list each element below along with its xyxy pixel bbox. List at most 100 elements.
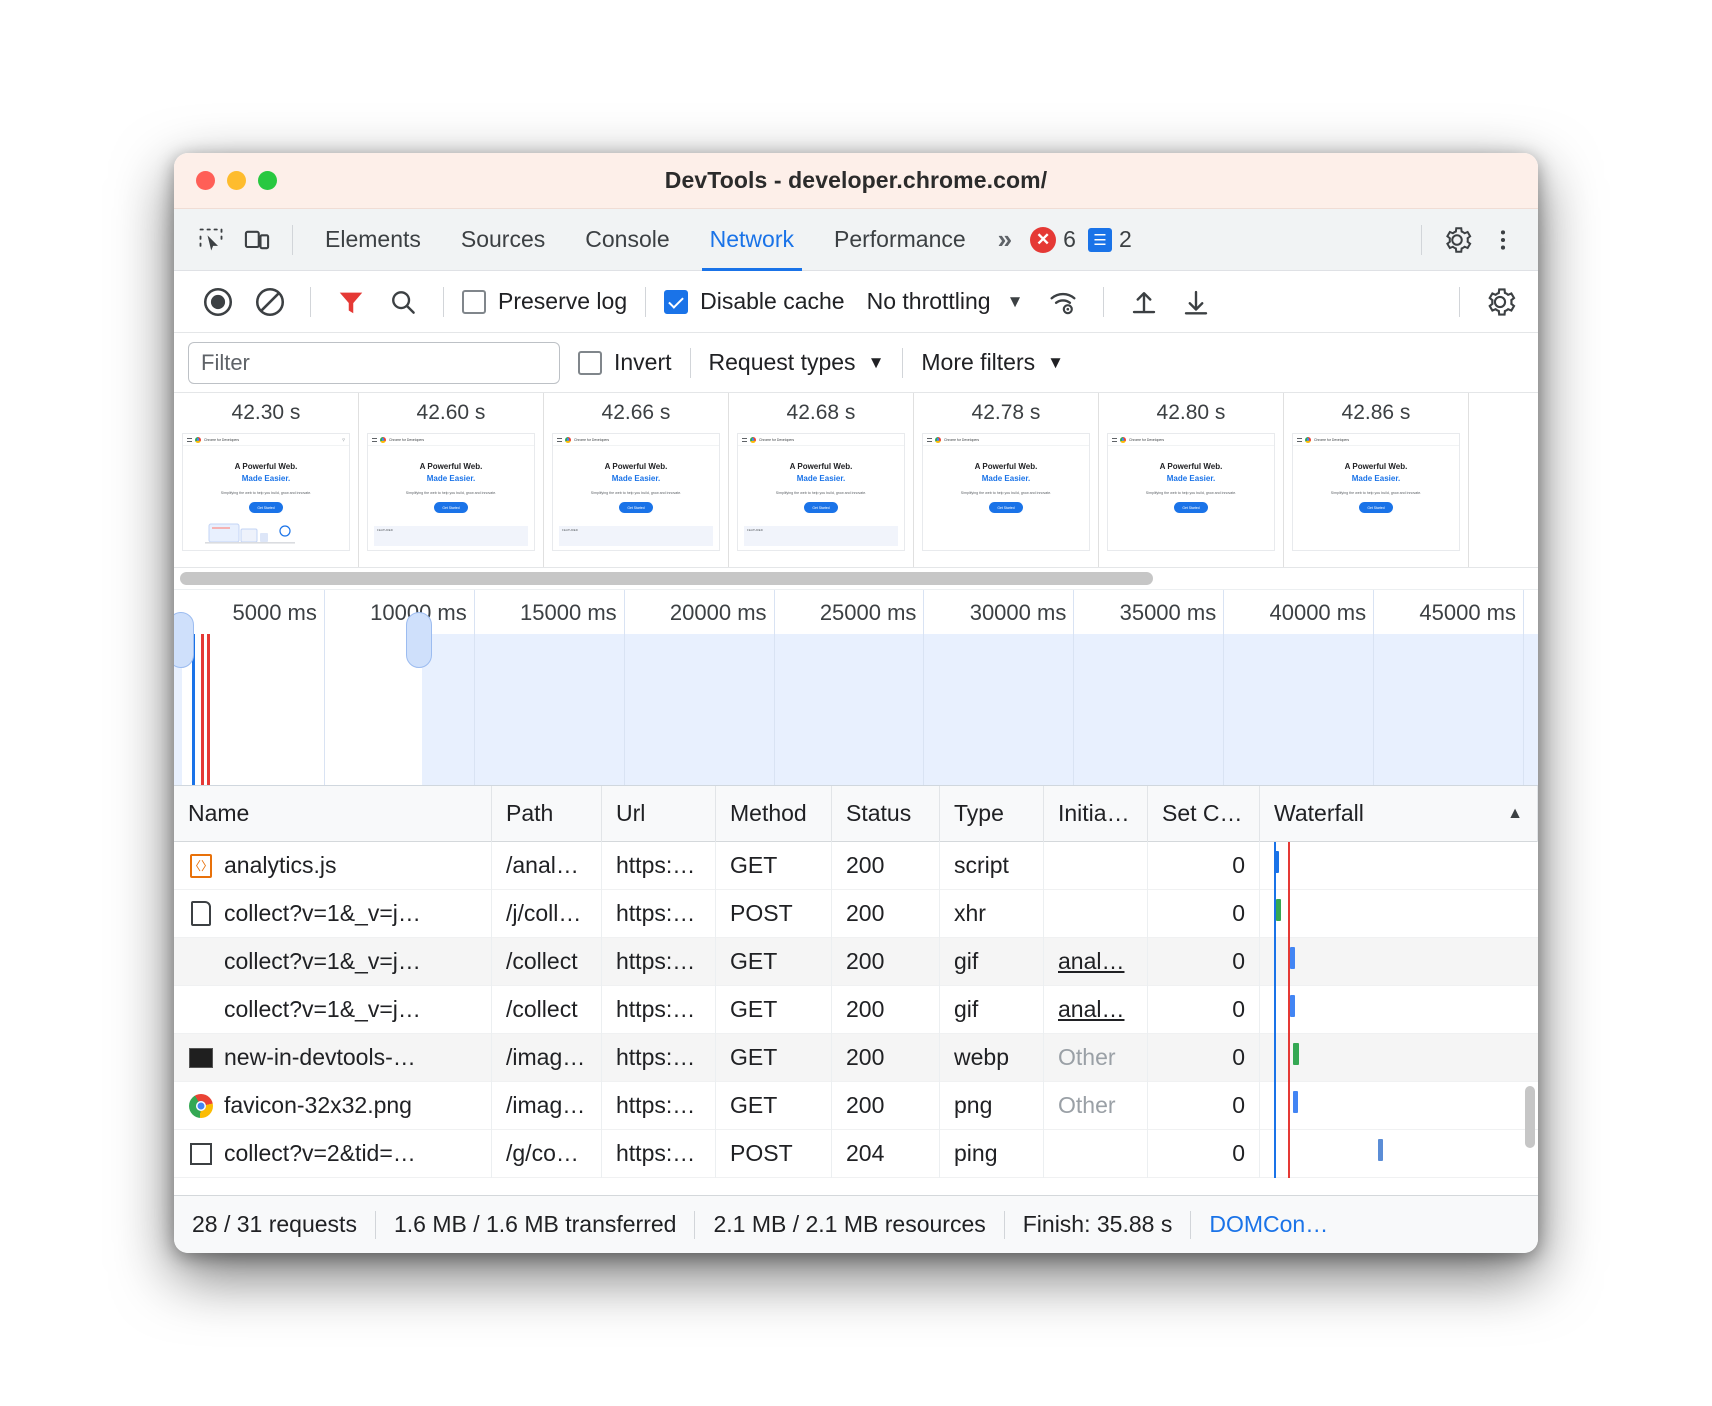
more-filters-dropdown[interactable]: More filters ▼ (903, 349, 1082, 376)
tab-console-label: Console (585, 226, 669, 253)
search-input[interactable] (188, 342, 560, 384)
filmstrip-frame[interactable]: 42.78 sChrome for DevelopersA Powerful W… (914, 393, 1099, 567)
column-header[interactable]: Url (602, 786, 716, 842)
cell-waterfall[interactable] (1260, 986, 1538, 1034)
request-types-dropdown[interactable]: Request types ▼ (691, 349, 903, 376)
cell-initiator[interactable]: anal… (1044, 938, 1148, 986)
table-row[interactable]: collect?v=1&_v=j…/collecthttps:…GET200gi… (174, 986, 1538, 1034)
table-row[interactable]: collect?v=1&_v=j…/collecthttps:…GET200gi… (174, 938, 1538, 986)
table-row[interactable]: new-in-devtools-…/imag…https:…GET200webp… (174, 1034, 1538, 1082)
tab-network[interactable]: Network (690, 209, 814, 271)
cell-name[interactable]: collect?v=1&_v=j… (174, 938, 492, 986)
overview-left-handle[interactable] (174, 612, 194, 668)
hamburger-icon (372, 438, 377, 442)
filmstrip-screenshot[interactable]: Chrome for DevelopersA Powerful Web.Made… (1107, 433, 1275, 551)
table-row[interactable]: collect?v=1&_v=j…/j/coll…https:…POST200x… (174, 890, 1538, 938)
filmstrip-frame[interactable]: 42.66 sChrome for DevelopersA Powerful W… (544, 393, 729, 567)
tab-elements[interactable]: Elements (305, 209, 441, 271)
table-scrollbar-thumb[interactable] (1525, 1086, 1535, 1148)
clear-prohibited-icon[interactable] (244, 276, 296, 328)
column-header[interactable]: Set C… (1148, 786, 1260, 842)
cell-url: https:… (602, 986, 716, 1034)
column-header[interactable]: Method (716, 786, 832, 842)
column-header[interactable]: Name (174, 786, 492, 842)
device-toolbar-icon[interactable] (234, 217, 280, 263)
overview-right-handle[interactable] (406, 612, 432, 668)
hamburger-icon (187, 438, 192, 442)
column-header[interactable]: Type (940, 786, 1044, 842)
network-settings-gear-icon[interactable] (1474, 276, 1526, 328)
table-row[interactable]: collect?v=2&tid=…/g/co…https:…POST204pin… (174, 1130, 1538, 1178)
overview-body[interactable] (174, 634, 1538, 785)
cell-name[interactable]: new-in-devtools-… (174, 1034, 492, 1082)
record-circle-icon[interactable] (192, 276, 244, 328)
filmstrip-frame[interactable]: 42.80 sChrome for DevelopersA Powerful W… (1099, 393, 1284, 567)
table-row[interactable]: favicon-32x32.png/imag…https:…GET200pngO… (174, 1082, 1538, 1130)
disable-cache-toggle[interactable]: Disable cache (660, 288, 848, 315)
cell-name[interactable]: favicon-32x32.png (174, 1082, 492, 1130)
filmstrip-frame[interactable]: 42.86 sChrome for DevelopersA Powerful W… (1284, 393, 1469, 567)
more-tabs-icon[interactable]: » (986, 224, 1024, 255)
cell-name[interactable]: collect?v=1&_v=j… (174, 890, 492, 938)
invert-toggle[interactable]: Invert (560, 349, 690, 376)
cell-waterfall[interactable] (1260, 1130, 1538, 1178)
kebab-menu-icon[interactable] (1480, 217, 1526, 263)
overview-tick-label: 25000 ms (820, 600, 917, 626)
magnifier-icon[interactable] (377, 276, 429, 328)
cell-waterfall[interactable] (1260, 842, 1538, 890)
cell-method: GET (716, 1034, 832, 1082)
cell-set-cookies: 0 (1148, 890, 1260, 938)
filmstrip-screenshot[interactable]: Chrome for DevelopersA Powerful Web.Made… (552, 433, 720, 551)
filmstrip-scrollbar-thumb[interactable] (180, 572, 1153, 585)
table-row[interactable]: 〈〉analytics.js/anal…https:…GET200script0 (174, 842, 1538, 890)
cell-method: GET (716, 842, 832, 890)
filmstrip-screenshot[interactable]: Chrome for DevelopersA Powerful Web.Made… (367, 433, 535, 551)
throttling-select-value[interactable]: No throttling (849, 288, 991, 315)
filmstrip-scrollbar[interactable] (174, 568, 1538, 590)
cell-waterfall[interactable] (1260, 938, 1538, 986)
tab-performance[interactable]: Performance (814, 209, 986, 271)
filmstrip-frame[interactable]: 42.68 sChrome for DevelopersA Powerful W… (729, 393, 914, 567)
screenshot-featured-section: FEATURED (374, 526, 528, 546)
upload-arrow-icon[interactable] (1118, 276, 1170, 328)
funnel-icon[interactable] (325, 276, 377, 328)
filmstrip-frame[interactable]: 42.60 sChrome for DevelopersA Powerful W… (359, 393, 544, 567)
warning-counter[interactable]: ☰ 2 (1082, 226, 1138, 253)
disable-cache-checkbox[interactable] (664, 290, 688, 314)
gear-icon[interactable] (1434, 217, 1480, 263)
filmstrip[interactable]: 42.30 sChrome for Developers⚲A Powerful … (174, 393, 1538, 568)
cell-waterfall[interactable] (1260, 1082, 1538, 1130)
preserve-log-checkbox[interactable] (462, 290, 486, 314)
cell-waterfall[interactable] (1260, 1034, 1538, 1082)
column-header[interactable]: Initia… (1044, 786, 1148, 842)
download-arrow-icon[interactable] (1170, 276, 1222, 328)
cell-url: https:… (602, 938, 716, 986)
requests-count: 28 / 31 requests (192, 1211, 375, 1238)
column-header[interactable]: Status (832, 786, 940, 842)
chevron-down-icon[interactable]: ▼ (991, 292, 1038, 312)
invert-checkbox[interactable] (578, 351, 602, 375)
cell-waterfall[interactable] (1260, 890, 1538, 938)
column-header[interactable]: Path (492, 786, 602, 842)
cell-initiator[interactable]: anal… (1044, 986, 1148, 1034)
inspect-element-icon[interactable] (188, 217, 234, 263)
error-counter[interactable]: ✕ 6 (1024, 226, 1082, 253)
waterfall-bar (1290, 947, 1295, 969)
cell-name[interactable]: 〈〉analytics.js (174, 842, 492, 890)
filmstrip-frame[interactable]: 42.30 sChrome for Developers⚲A Powerful … (174, 393, 359, 567)
cell-name[interactable]: collect?v=1&_v=j… (174, 986, 492, 1034)
preserve-log-toggle[interactable]: Preserve log (458, 288, 631, 315)
tab-console[interactable]: Console (565, 209, 689, 271)
filmstrip-screenshot[interactable]: Chrome for DevelopersA Powerful Web.Made… (922, 433, 1090, 551)
cell-name[interactable]: collect?v=2&tid=… (174, 1130, 492, 1178)
waterfall-bar (1293, 1043, 1299, 1065)
column-header[interactable]: Waterfall▲ (1260, 786, 1538, 842)
filmstrip-screenshot[interactable]: Chrome for DevelopersA Powerful Web.Made… (737, 433, 905, 551)
cell-status: 200 (832, 938, 940, 986)
tab-sources[interactable]: Sources (441, 209, 565, 271)
filmstrip-screenshot[interactable]: Chrome for DevelopersA Powerful Web.Made… (1292, 433, 1460, 551)
screenshot-tagline: Simplifying the web to help you build, g… (1293, 491, 1459, 495)
wifi-settings-icon[interactable] (1037, 276, 1089, 328)
filmstrip-screenshot[interactable]: Chrome for Developers⚲A Powerful Web.Mad… (182, 433, 350, 551)
network-overview[interactable]: 5000 ms10000 ms15000 ms20000 ms25000 ms3… (174, 590, 1538, 786)
